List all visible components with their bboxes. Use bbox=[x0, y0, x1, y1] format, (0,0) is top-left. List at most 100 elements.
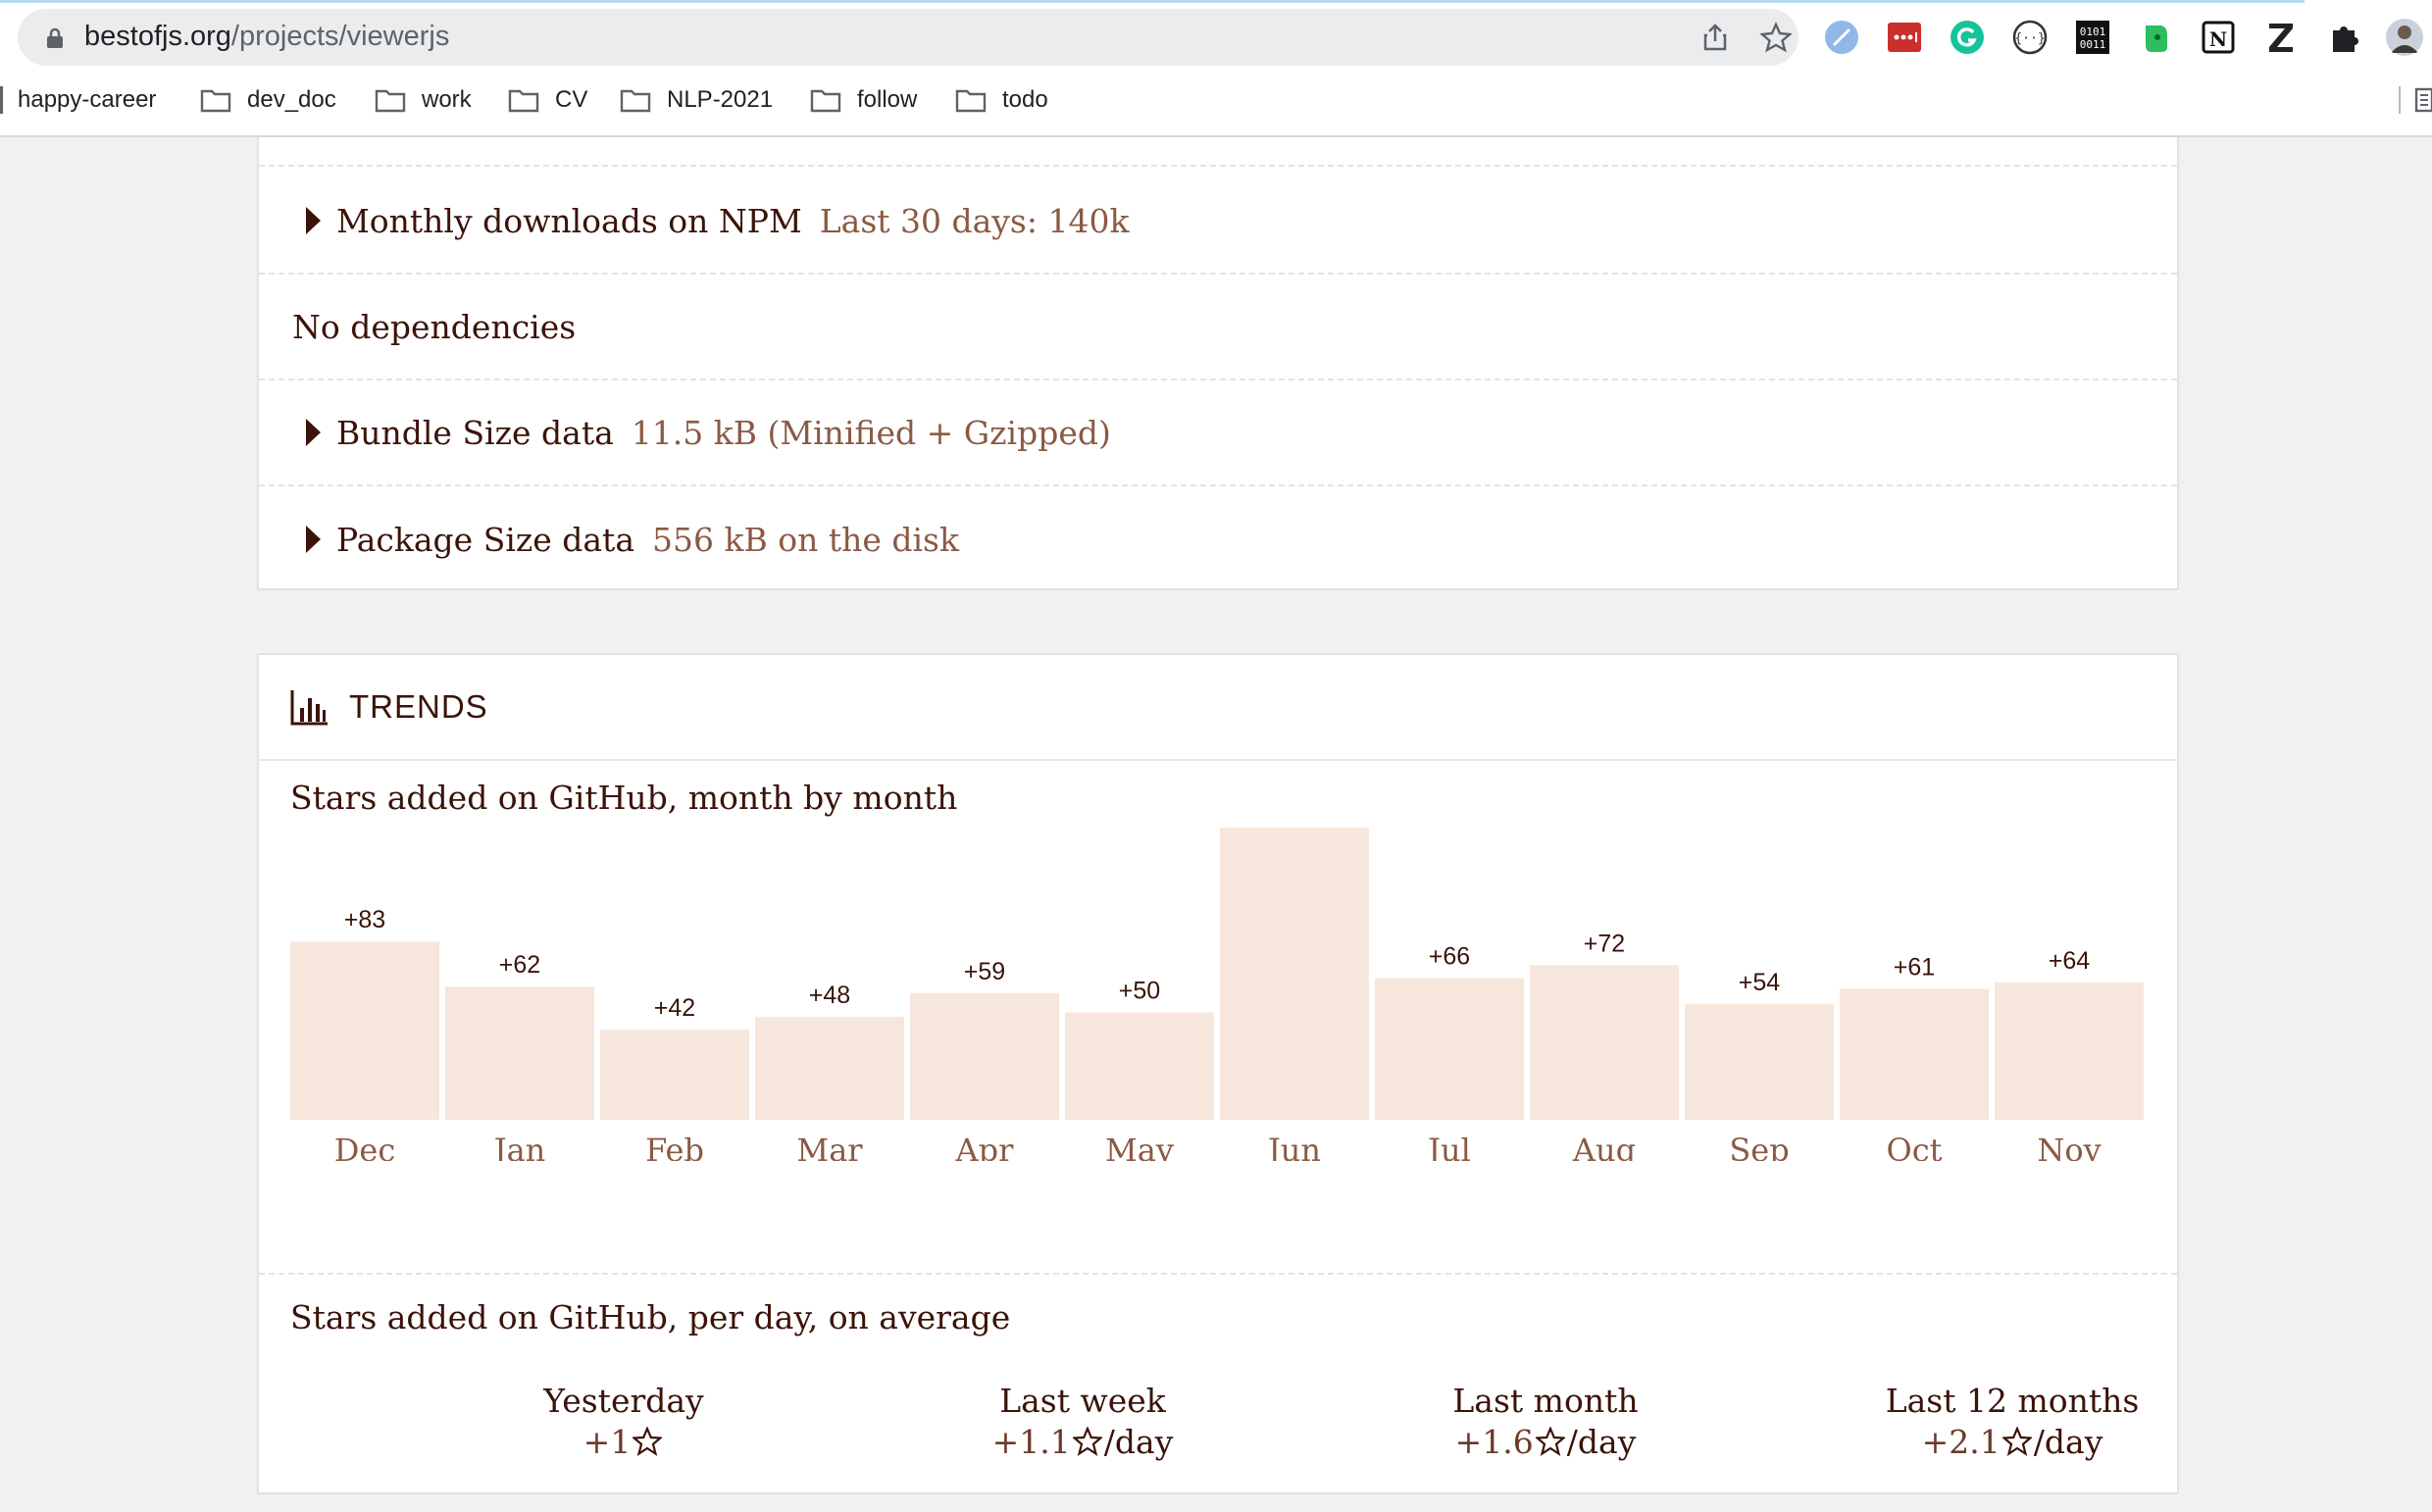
bar-nov bbox=[1995, 982, 2144, 1120]
bookmark-dev-doc[interactable]: dev_doc bbox=[200, 82, 336, 118]
extension-feather-icon[interactable] bbox=[1822, 18, 1861, 57]
bookmark-label: CV bbox=[555, 86, 588, 113]
bundle-size-row[interactable]: Bundle Size data 11.5 kB (Minified + Gzi… bbox=[259, 380, 2177, 486]
url-text[interactable]: bestofjs.org/projects/viewerjs bbox=[84, 21, 449, 53]
bookmark-separator bbox=[0, 86, 3, 114]
lock-icon[interactable] bbox=[43, 26, 67, 50]
data-label-oct: +61 bbox=[1894, 953, 1935, 981]
bookmark-separator bbox=[2399, 86, 2401, 114]
tick-label-apr: Apr bbox=[955, 1132, 1015, 1161]
data-label-jan: +62 bbox=[499, 951, 540, 979]
bookmark-label: todo bbox=[1002, 86, 1048, 113]
folder-icon bbox=[620, 89, 651, 113]
package-label[interactable]: Package Size data bbox=[336, 521, 634, 559]
bookmarks-bar: happy-career dev_doc work CV NLP-2021 fo… bbox=[0, 76, 2432, 122]
bar-sep bbox=[1685, 1003, 1834, 1120]
bookmark-label: happy-career bbox=[18, 86, 157, 113]
svg-text:0011: 0011 bbox=[2080, 38, 2106, 51]
average-value: +1.1 bbox=[991, 1423, 1071, 1461]
bar-mar bbox=[755, 1016, 904, 1120]
average-value: +2.1 bbox=[1921, 1423, 2001, 1461]
average-label: Yesterday bbox=[543, 1382, 704, 1420]
data-label-sep: +54 bbox=[1739, 969, 1781, 996]
tick-label-oct: Oct bbox=[1886, 1132, 1942, 1161]
average-yesterday: Yesterday +1 bbox=[467, 1381, 781, 1463]
bookmark-happy-career[interactable]: happy-career bbox=[18, 82, 156, 118]
bookmark-cv[interactable]: CV bbox=[508, 82, 587, 118]
downloads-label[interactable]: Monthly downloads on NPM bbox=[336, 202, 802, 240]
data-label-may: +50 bbox=[1119, 978, 1160, 1005]
caret-right-icon[interactable] bbox=[306, 526, 321, 553]
tick-label-dec: Dec bbox=[334, 1132, 396, 1161]
package-size-row[interactable]: Package Size data 556 kB on the disk bbox=[259, 486, 2177, 592]
data-label-aug: +72 bbox=[1584, 930, 1625, 957]
extension-json-viewer-icon[interactable]: {··} bbox=[2010, 18, 2050, 57]
tick-label-mar: Mar bbox=[796, 1132, 863, 1161]
extension-notion-icon[interactable]: N bbox=[2199, 18, 2238, 57]
caret-right-icon[interactable] bbox=[306, 419, 321, 446]
average-unit: /day bbox=[1566, 1423, 1637, 1461]
bar-jun bbox=[1220, 828, 1369, 1120]
average-value: +1 bbox=[583, 1423, 632, 1461]
profile-avatar[interactable] bbox=[2385, 18, 2424, 57]
star-outline-icon bbox=[633, 1427, 663, 1456]
data-label-feb: +42 bbox=[654, 994, 695, 1022]
page-load-progress bbox=[0, 0, 2305, 3]
dependencies-row: No dependencies bbox=[259, 275, 2177, 380]
tick-label-sep: Sep bbox=[1729, 1132, 1789, 1161]
bundle-value: 11.5 kB (Minified + Gzipped) bbox=[631, 413, 1111, 452]
trends-header: TRENDS bbox=[259, 655, 2177, 761]
monthly-stars-chart: +83Dec+62Jan+42Feb+48Mar+59Apr+50May+137… bbox=[290, 828, 2144, 1161]
bookmark-label: follow bbox=[857, 86, 918, 113]
extension-evernote-icon[interactable] bbox=[2136, 18, 2175, 57]
bookmark-star-icon[interactable] bbox=[1759, 21, 1793, 54]
divider bbox=[259, 1273, 2177, 1275]
bookmark-follow[interactable]: follow bbox=[810, 82, 917, 118]
extensions-puzzle-icon[interactable] bbox=[2324, 18, 2363, 57]
share-icon[interactable] bbox=[1698, 21, 1732, 54]
average-label: Last month bbox=[1452, 1382, 1639, 1420]
data-label-nov: +64 bbox=[2049, 947, 2091, 975]
dependencies-label: No dependencies bbox=[292, 307, 577, 346]
folder-icon bbox=[810, 89, 841, 113]
bar-dec bbox=[290, 941, 439, 1120]
star-outline-icon bbox=[2001, 1427, 2032, 1456]
data-label-jul: +66 bbox=[1429, 942, 1470, 970]
extension-lastpass-icon[interactable] bbox=[1885, 18, 1924, 57]
monthly-stars-title: Stars added on GitHub, month by month bbox=[290, 779, 958, 817]
bar-jan bbox=[445, 986, 594, 1120]
monthly-downloads-row[interactable]: Monthly downloads on NPM Last 30 days: 1… bbox=[259, 169, 2177, 275]
bar-chart-icon bbox=[290, 690, 328, 726]
bookmark-nlp-2021[interactable]: NLP-2021 bbox=[620, 82, 773, 118]
extension-grammarly-icon[interactable] bbox=[1948, 18, 1987, 57]
data-label-mar: +48 bbox=[809, 982, 850, 1009]
bookmark-todo[interactable]: todo bbox=[955, 82, 1048, 118]
trends-heading: TRENDS bbox=[349, 688, 488, 725]
bundle-label[interactable]: Bundle Size data bbox=[336, 414, 614, 452]
folder-icon bbox=[200, 89, 231, 113]
bookmark-work[interactable]: work bbox=[375, 82, 472, 118]
average-unit: /day bbox=[1103, 1423, 1174, 1461]
star-outline-icon bbox=[1535, 1427, 1565, 1456]
trends-card: TRENDS Stars added on GitHub, month by m… bbox=[257, 653, 2179, 1494]
downloads-value: Last 30 days: 140k bbox=[819, 201, 1130, 240]
tick-label-jan: Jan bbox=[491, 1132, 546, 1161]
daily-stars-title: Stars added on GitHub, per day, on avera… bbox=[290, 1298, 1011, 1336]
caret-right-icon[interactable] bbox=[306, 207, 321, 234]
bookmark-label: dev_doc bbox=[247, 86, 336, 113]
bar-may bbox=[1065, 1012, 1214, 1120]
package-info-card: Monthly downloads on NPM Last 30 days: 1… bbox=[257, 137, 2179, 590]
browser-chrome: bestofjs.org/projects/viewerjs {··} 0101… bbox=[0, 0, 2432, 137]
data-label-apr: +59 bbox=[964, 958, 1005, 985]
svg-text:{··}: {··} bbox=[2014, 31, 2045, 46]
average-label: Last 12 months bbox=[1885, 1382, 2140, 1420]
bookmark-label: work bbox=[422, 86, 472, 113]
tick-label-may: May bbox=[1105, 1132, 1174, 1161]
reading-list-icon[interactable] bbox=[2414, 86, 2432, 114]
bar-oct bbox=[1840, 988, 1989, 1120]
extension-binary-icon[interactable]: 01010011 bbox=[2073, 18, 2112, 57]
extension-zotero-icon[interactable] bbox=[2261, 18, 2301, 57]
row-partial-top bbox=[259, 137, 2177, 167]
tick-label-aug: Aug bbox=[1572, 1132, 1636, 1161]
address-bar[interactable]: bestofjs.org/projects/viewerjs bbox=[18, 9, 1799, 66]
